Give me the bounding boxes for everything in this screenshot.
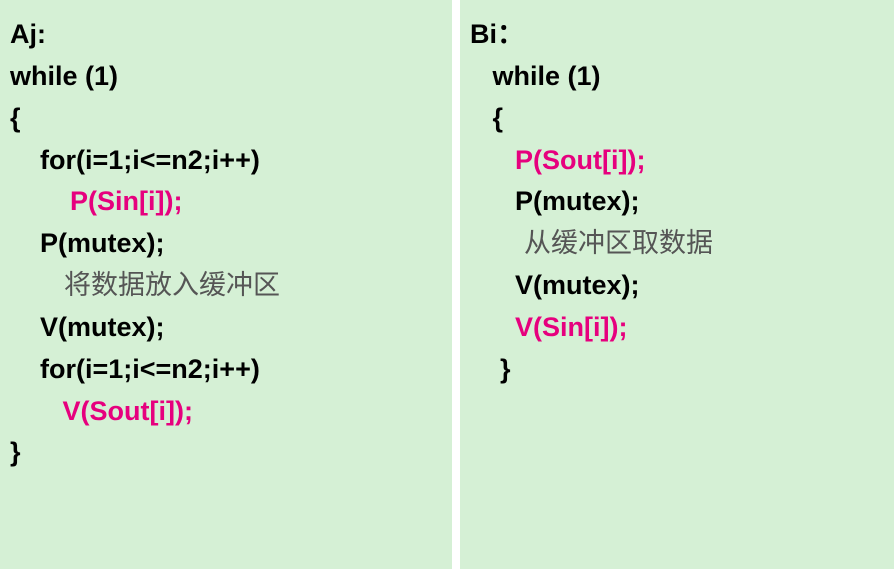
right-code-panel: Bi： while (1) { P(Sout[i]); P(mutex); 从缓… — [460, 0, 894, 569]
code-line: P(mutex); — [470, 181, 884, 223]
code-line: } — [10, 432, 442, 474]
code-line: for(i=1;i<=n2;i++) — [10, 140, 442, 182]
code-line: while (1) — [470, 56, 884, 98]
code-line: { — [470, 98, 884, 140]
code-line-highlight: P(Sout[i]); — [470, 140, 884, 182]
code-comment: 从缓冲区取数据 — [470, 223, 884, 265]
code-line-highlight: V(Sout[i]); — [10, 391, 442, 433]
code-line: V(mutex); — [10, 307, 442, 349]
code-comment: 将数据放入缓冲区 — [10, 265, 442, 307]
code-line-highlight: V(Sin[i]); — [470, 307, 884, 349]
left-title: Aj: — [10, 14, 442, 56]
right-title: Bi： — [470, 14, 884, 56]
left-code-panel: Aj: while (1) { for(i=1;i<=n2;i++) P(Sin… — [0, 0, 452, 569]
code-line: V(mutex); — [470, 265, 884, 307]
code-line: { — [10, 98, 442, 140]
code-line: while (1) — [10, 56, 442, 98]
code-line: } — [470, 349, 884, 391]
code-line-highlight: P(Sin[i]); — [10, 181, 442, 223]
code-line: for(i=1;i<=n2;i++) — [10, 349, 442, 391]
code-line: P(mutex); — [10, 223, 442, 265]
